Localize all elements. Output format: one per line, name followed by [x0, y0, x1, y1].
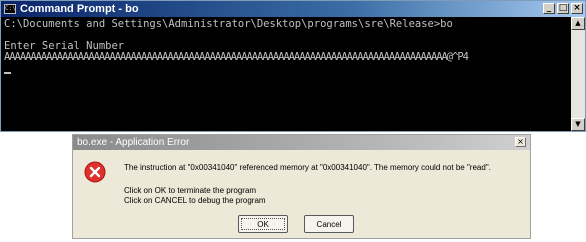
dialog-title: bo.exe - Application Error	[77, 137, 190, 148]
scroll-up-button[interactable]: ▲	[571, 17, 585, 30]
maximize-button[interactable]: □	[557, 3, 569, 14]
ok-button[interactable]: OK	[238, 215, 288, 233]
cancel-hint-text: Click on CANCEL to debug the program	[124, 196, 266, 205]
vertical-scrollbar[interactable]: ▲ ▼	[571, 17, 585, 131]
window-controls: _ □ ×	[543, 3, 583, 14]
cancel-button[interactable]: Cancel	[304, 215, 354, 233]
command-prompt-titlebar[interactable]: C:\ Command Prompt - bo _ □ ×	[1, 1, 585, 17]
console-line-serial-input: AAAAAAAAAAAAAAAAAAAAAAAAAAAAAAAAAAAAAAAA…	[4, 51, 469, 63]
error-x-icon	[84, 161, 106, 183]
command-prompt-window: C:\ Command Prompt - bo _ □ × C:\Documen…	[0, 0, 586, 132]
dialog-close-button[interactable]: ×	[515, 137, 526, 147]
minimize-button[interactable]: _	[543, 3, 555, 14]
close-button[interactable]: ×	[571, 3, 583, 14]
scroll-down-button[interactable]: ▼	[571, 118, 585, 131]
console-line-prompt: C:\Documents and Settings\Administrator\…	[4, 18, 453, 30]
error-message: The instruction at "0x00341040" referenc…	[124, 163, 491, 172]
dialog-titlebar[interactable]: bo.exe - Application Error ×	[73, 135, 530, 150]
application-error-dialog: bo.exe - Application Error × The instruc…	[72, 134, 531, 239]
window-title: Command Prompt - bo	[20, 3, 139, 15]
ok-hint-text: Click on OK to terminate the program	[124, 186, 257, 195]
console-output[interactable]: C:\Documents and Settings\Administrator\…	[1, 17, 571, 131]
console-icon: C:\	[4, 4, 16, 14]
text-cursor	[4, 72, 11, 74]
